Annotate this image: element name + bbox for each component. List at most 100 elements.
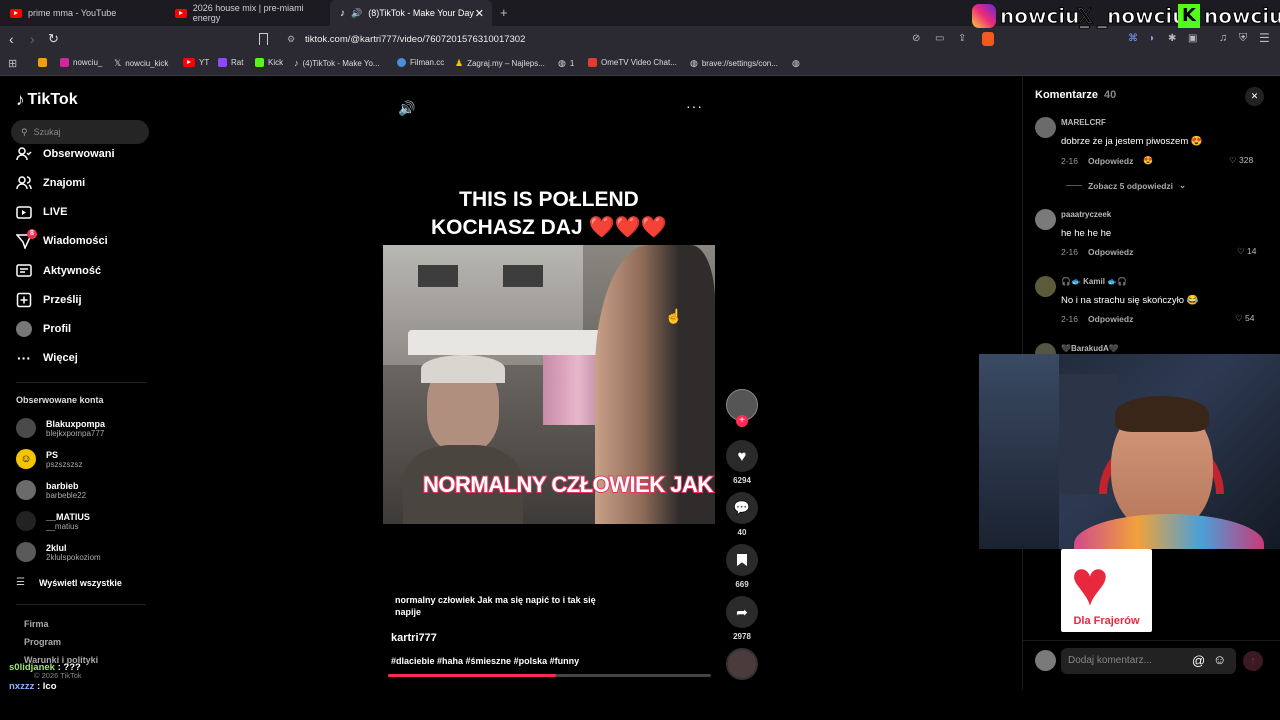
globe-icon: ◍	[792, 58, 800, 68]
save-button[interactable]	[726, 544, 758, 576]
emoji-icon[interactable]: ☺	[1213, 652, 1226, 667]
bookmark-item[interactable]: ◍ 1	[558, 58, 574, 69]
comment-user[interactable]: 🎧🐟 Kamil 🐟🎧	[1061, 277, 1127, 286]
followed-account[interactable]: Blakuxpompa blejkxpompa777	[16, 418, 105, 438]
new-tab-button[interactable]: +	[500, 5, 508, 20]
browser-tab[interactable]: prime mma - YouTube	[0, 0, 165, 26]
footer-link[interactable]: Firma	[24, 619, 49, 629]
browser-tab-active[interactable]: ♪ 🔊 (8)TikTok - Make Your Day ✕	[330, 0, 492, 26]
messages-badge: 8	[27, 229, 37, 239]
bookmark-item[interactable]: nowciu_	[60, 58, 102, 67]
bookmark-item[interactable]	[38, 58, 47, 67]
post-comment-button[interactable]: ↑	[1243, 651, 1263, 671]
heart-outline-icon: ♡	[1235, 313, 1243, 323]
followed-account[interactable]: ☺ PS pszszszsz	[16, 449, 82, 469]
comment-button[interactable]: 💬	[726, 492, 758, 524]
bookmark-item[interactable]: Filman.cc	[397, 58, 444, 67]
mention-icon[interactable]: @	[1192, 653, 1205, 668]
leo-icon[interactable]: ◗	[1149, 33, 1155, 44]
nav-activity[interactable]: Aktywność	[16, 263, 101, 279]
site-info-icon[interactable]: ⚙	[287, 34, 295, 45]
bookmark-item[interactable]: ♟ Zagraj.my – Najleps...	[455, 58, 545, 69]
comment-like[interactable]: ♡ 328	[1229, 155, 1253, 166]
reply-button[interactable]: Odpowiedz	[1088, 247, 1133, 257]
reply-button[interactable]: Odpowiedz	[1088, 156, 1133, 166]
nav-following[interactable]: Obserwowani	[16, 146, 115, 162]
mute-site-icon[interactable]: ⊘	[912, 33, 920, 44]
nav-messages[interactable]: Wiadomości 8	[16, 229, 108, 249]
video-author[interactable]: kartri777	[391, 632, 437, 644]
music-disc[interactable]	[726, 648, 758, 680]
back-icon[interactable]: ‹	[9, 31, 14, 47]
comment-like[interactable]: ♡ 14	[1237, 246, 1256, 257]
view-replies-link[interactable]: Zobacz 5 odpowiedzi ⌄	[1066, 180, 1186, 191]
bookmark-item[interactable]: 𝕏nowciu_kick	[114, 58, 168, 69]
folder-icon	[38, 58, 47, 67]
share-icon[interactable]: ⇪	[958, 33, 966, 44]
nav-profile[interactable]: Profil	[16, 321, 71, 337]
avatar[interactable]	[1035, 117, 1056, 138]
like-button[interactable]: ♥	[726, 440, 758, 472]
forward-icon[interactable]: ›	[30, 31, 35, 47]
followed-account[interactable]: barbieb barbeble22	[16, 480, 86, 500]
more-options-icon[interactable]: ···	[686, 98, 703, 114]
extensions-icon[interactable]: ✱	[1168, 33, 1176, 44]
account-handle: blejkxpompa777	[46, 428, 105, 438]
bookmark-item[interactable]: Rat	[218, 58, 243, 67]
avatar[interactable]	[1035, 209, 1056, 230]
comment-like[interactable]: ♡ 54	[1235, 313, 1254, 324]
show-all-link[interactable]: ☰ Wyświetl wszystkie	[16, 577, 122, 588]
address-bar-row: ‹ › ↻ ⚙ tiktok.com/@kartri777/video/7607…	[0, 26, 1280, 54]
share-count: 2978	[733, 632, 751, 641]
kick-overlay: K nowciu	[1178, 4, 1280, 29]
comment-user[interactable]: 🖤BarakudA🖤	[1061, 344, 1119, 353]
sidebar-toggle-icon[interactable]: ▣	[1188, 33, 1197, 44]
video-caption-overlay: THIS IS POŁLEND KOCHASZ DAJ ❤️❤️❤️	[383, 186, 715, 242]
avatar[interactable]	[1035, 276, 1056, 297]
bookmark-item[interactable]: YT	[183, 58, 209, 67]
footer-link[interactable]: Program	[24, 637, 61, 647]
menu-icon[interactable]: ☰	[1259, 31, 1270, 45]
video-progress-bar[interactable]	[388, 674, 711, 677]
video-hashtags[interactable]: #dlaciebie #haha #śmieszne #polska #funn…	[391, 656, 579, 666]
cast-icon[interactable]: ▭	[935, 33, 944, 44]
bookmark-page-icon[interactable]	[259, 33, 268, 45]
nav-upload[interactable]: Prześlij	[16, 292, 82, 308]
bookmark-item[interactable]: ◍ brave://settings/con...	[690, 58, 778, 69]
account-handle: __matius	[46, 521, 79, 531]
vpn-icon[interactable]: ⌘	[1128, 33, 1138, 44]
url-field[interactable]: tiktok.com/@kartri777/video/760720157631…	[305, 34, 525, 45]
reload-icon[interactable]: ↻	[48, 31, 59, 47]
bookmark-label: OmeTV Video Chat...	[601, 58, 677, 67]
reply-button[interactable]: Odpowiedz	[1088, 314, 1133, 324]
follow-plus-icon[interactable]: +	[736, 415, 748, 427]
add-comment-input[interactable]: Dodaj komentarz... @ ☺	[1061, 648, 1236, 674]
comment-user[interactable]: MARELCRF	[1061, 118, 1106, 127]
close-tab-icon[interactable]: ✕	[475, 7, 484, 20]
bookmark-item[interactable]: ♪ (4)TikTok - Make Yo...	[294, 58, 380, 68]
media-icon[interactable]: ♫	[1219, 32, 1227, 44]
followed-account[interactable]: 2klul 2klulspokoziom	[16, 542, 101, 562]
heart-icon: ♥	[1071, 547, 1109, 619]
bookmark-item[interactable]: OmeTV Video Chat...	[588, 58, 677, 67]
avatar: ☺	[16, 449, 36, 469]
apps-grid-icon[interactable]: ⊞	[8, 57, 17, 70]
followed-account[interactable]: __MATIUS __matius	[16, 511, 90, 531]
tiktok-logo[interactable]: ♪ TikTok	[16, 90, 78, 110]
bookmark-item[interactable]: Kick	[255, 58, 283, 67]
brave-shield-icon[interactable]	[982, 32, 994, 46]
chat-message: ???	[63, 662, 81, 673]
close-comments-button[interactable]: ✕	[1245, 87, 1264, 106]
video-frame[interactable]: NORMALNY CZŁOWIEK JAK	[383, 245, 715, 524]
bookmark-item[interactable]: ◍	[792, 58, 800, 69]
nav-more[interactable]: ··· Więcej	[16, 350, 78, 366]
share-button[interactable]: ➦	[726, 596, 758, 628]
nav-live[interactable]: LIVE	[16, 204, 67, 220]
nav-friends[interactable]: Znajomi	[16, 175, 85, 191]
logo-text: TikTok	[27, 91, 78, 108]
wallet-icon[interactable]: ⛨	[1239, 32, 1247, 45]
browser-tab[interactable]: 2026 house mix | pre-miami energy	[165, 0, 330, 26]
volume-icon[interactable]: 🔊	[398, 100, 415, 117]
search-input[interactable]: ⚲ Szukaj	[11, 120, 149, 144]
comment-user[interactable]: paaatryczeek	[1061, 210, 1111, 219]
